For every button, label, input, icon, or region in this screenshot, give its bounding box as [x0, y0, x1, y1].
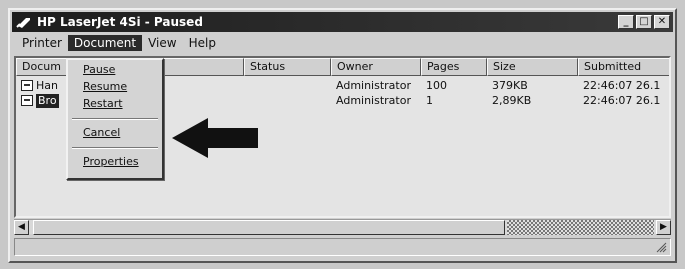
close-button[interactable]: ✕ — [654, 15, 670, 29]
horizontal-scrollbar[interactable]: ◀ ▶ — [14, 219, 671, 235]
menu-view[interactable]: View — [142, 35, 182, 51]
cell-pages: 100 — [426, 79, 447, 92]
column-header-size[interactable]: Size — [487, 58, 578, 76]
scroll-left-button[interactable]: ◀ — [14, 220, 29, 235]
cell-pages: 1 — [426, 94, 433, 107]
minimize-button[interactable]: _ — [618, 15, 634, 29]
column-header-status[interactable]: Status — [244, 58, 331, 76]
menu-separator — [72, 147, 158, 149]
cell-document: Han — [36, 79, 58, 92]
cell-owner: Administrator — [336, 79, 411, 92]
window-controls: _ □ ✕ — [618, 15, 670, 29]
cell-size: 379KB — [492, 79, 528, 92]
left-arrow-icon — [172, 118, 258, 158]
resize-grip-icon[interactable] — [655, 241, 667, 253]
column-header-submitted[interactable]: Submitted — [578, 58, 669, 76]
document-menu-dropdown: Pause Resume Restart Cancel Properties — [66, 58, 164, 180]
menu-item-resume[interactable]: Resume — [83, 80, 127, 93]
cell-owner: Administrator — [336, 94, 411, 107]
printer-icon — [16, 18, 30, 28]
cell-submitted: 22:46:07 26.1 — [583, 79, 661, 92]
menu-item-restart[interactable]: Restart — [83, 97, 123, 110]
scroll-thumb[interactable] — [33, 220, 505, 235]
menu-help[interactable]: Help — [183, 35, 222, 51]
window-title: HP LaserJet 4Si - Paused — [37, 15, 203, 29]
document-icon — [21, 80, 33, 91]
scroll-track[interactable] — [507, 220, 654, 235]
cell-size: 2,89KB — [492, 94, 532, 107]
cell-document: Bro — [36, 94, 59, 108]
column-header-pages[interactable]: Pages — [421, 58, 487, 76]
menu-item-properties[interactable]: Properties — [83, 155, 139, 168]
cell-submitted: 22:46:07 26.1 — [583, 94, 661, 107]
status-bar — [14, 238, 671, 256]
menu-printer[interactable]: Printer — [16, 35, 68, 51]
document-icon — [21, 95, 33, 106]
title-bar[interactable]: HP LaserJet 4Si - Paused _ □ ✕ — [12, 12, 673, 32]
menu-separator — [72, 118, 158, 120]
menu-bar: Printer Document View Help — [12, 34, 673, 52]
scroll-right-button[interactable]: ▶ — [656, 220, 671, 235]
column-header-owner[interactable]: Owner — [331, 58, 421, 76]
menu-item-pause[interactable]: Pause — [83, 63, 115, 76]
menu-item-cancel[interactable]: Cancel — [83, 126, 120, 139]
maximize-button[interactable]: □ — [636, 15, 652, 29]
menu-document[interactable]: Document — [67, 35, 143, 51]
